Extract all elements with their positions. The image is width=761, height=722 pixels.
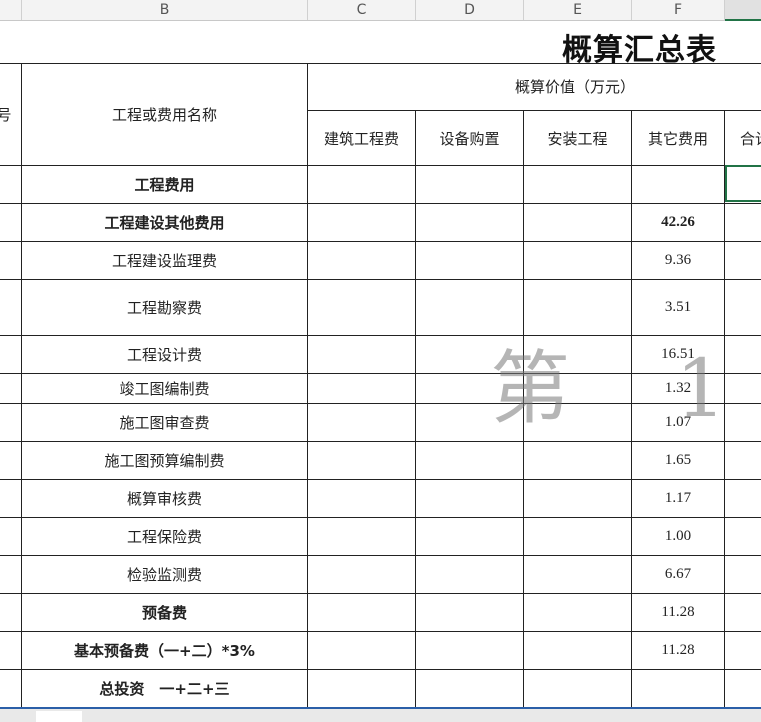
header-building: 建筑工程费: [323, 129, 399, 148]
header-group: 概算价值（万元）: [515, 78, 636, 96]
row-name[interactable]: 竣工图编制费: [22, 374, 307, 403]
grid-line: [415, 110, 416, 707]
row-other-fee[interactable]: 3.51: [632, 280, 724, 335]
row-name[interactable]: 基本预备费（一+二）*3%: [22, 632, 307, 669]
spreadsheet-grid[interactable]: 概算汇总表 号 工程或费用名称 概算价值（万元） 建筑工程费 设备购置 安装工程…: [0, 21, 761, 707]
row-name[interactable]: 检验监测费: [22, 556, 307, 593]
column-header-c[interactable]: C: [308, 0, 416, 20]
selected-cell[interactable]: [725, 165, 761, 202]
row-other-fee[interactable]: 1.17: [632, 480, 724, 517]
row-other-fee[interactable]: 6.67: [632, 556, 724, 593]
column-header-e[interactable]: E: [524, 0, 632, 20]
header-name: 工程或费用名称: [111, 105, 217, 124]
row-name[interactable]: 工程设计费: [22, 336, 307, 373]
sheet-tab[interactable]: [36, 711, 82, 722]
column-header-d[interactable]: D: [416, 0, 524, 20]
row-other-fee[interactable]: 1.65: [632, 442, 724, 479]
header-total-partial: 合计: [740, 129, 761, 148]
row-name[interactable]: 工程费用: [22, 166, 307, 203]
row-name[interactable]: 工程建设监理费: [22, 242, 307, 279]
column-header-g[interactable]: [725, 0, 761, 21]
row-other-fee[interactable]: 1.00: [632, 518, 724, 555]
grid-line: [523, 110, 524, 707]
column-header-bar: B C D E F: [0, 0, 761, 21]
row-other-fee[interactable]: [632, 166, 724, 203]
row-name[interactable]: 工程勘察费: [22, 280, 307, 335]
header-install: 安装工程: [547, 129, 608, 148]
row-name[interactable]: 预备费: [22, 594, 307, 631]
row-name[interactable]: 工程保险费: [22, 518, 307, 555]
column-header-b[interactable]: B: [22, 0, 308, 20]
row-other-fee[interactable]: 11.28: [632, 632, 724, 669]
header-seq-partial: 号: [0, 105, 12, 124]
header-other: 其它费用: [647, 129, 708, 148]
column-header-f[interactable]: F: [632, 0, 725, 20]
row-other-fee[interactable]: 42.26: [632, 204, 724, 241]
column-header-a[interactable]: [0, 0, 22, 20]
row-other-fee[interactable]: 11.28: [632, 594, 724, 631]
row-other-fee[interactable]: [632, 670, 724, 707]
row-other-fee[interactable]: 9.36: [632, 242, 724, 279]
row-other-fee[interactable]: 1.32: [632, 374, 724, 403]
row-name[interactable]: 概算审核费: [22, 480, 307, 517]
row-name[interactable]: 施工图预算编制费: [22, 442, 307, 479]
row-name[interactable]: 施工图审查费: [22, 404, 307, 441]
row-name[interactable]: 总投资 一+二+三: [22, 670, 307, 707]
row-other-fee[interactable]: 16.51: [632, 336, 724, 373]
row-name[interactable]: 工程建设其他费用: [22, 204, 307, 241]
row-other-fee[interactable]: 1.07: [632, 404, 724, 441]
header-equipment: 设备购置: [439, 129, 500, 148]
